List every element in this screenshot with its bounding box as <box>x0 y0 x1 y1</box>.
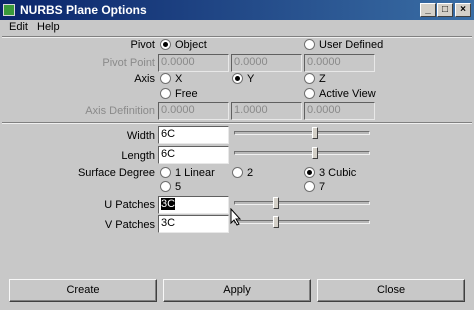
axis-label: Axis <box>134 73 155 85</box>
degree-5-label: 5 <box>175 181 182 193</box>
section-divider <box>2 122 472 124</box>
title-bar: NURBS Plane Options _ □ × <box>0 0 474 20</box>
pivot-object-radio[interactable] <box>160 39 171 50</box>
minimize-icon[interactable]: _ <box>420 3 436 17</box>
degree-5-radio[interactable] <box>160 181 171 192</box>
length-field[interactable]: 6C <box>158 146 229 164</box>
close-icon[interactable]: × <box>455 3 471 17</box>
create-button[interactable]: Create <box>9 279 157 302</box>
degree-1-linear-label: 1 Linear <box>175 167 215 179</box>
degree-1-linear-radio[interactable] <box>160 167 171 178</box>
length-slider-handle[interactable] <box>312 147 318 159</box>
axis-free-label: Free <box>175 88 198 100</box>
axis-y-radio[interactable] <box>232 73 243 84</box>
u-patches-slider[interactable] <box>234 201 370 205</box>
maximize-icon[interactable]: □ <box>437 3 453 17</box>
axis-z-label: Z <box>319 73 326 85</box>
axis-x-radio[interactable] <box>160 73 171 84</box>
length-label: Length <box>121 150 155 162</box>
degree-3-cubic-radio[interactable] <box>304 167 315 178</box>
u-patches-slider-handle[interactable] <box>273 197 279 209</box>
pivot-point-y-field[interactable]: 0.0000 <box>231 54 302 72</box>
window-title: NURBS Plane Options <box>20 3 147 17</box>
menu-help[interactable]: Help <box>37 21 60 33</box>
width-slider-handle[interactable] <box>312 127 318 139</box>
pivot-label: Pivot <box>130 39 155 51</box>
v-patches-slider-handle[interactable] <box>273 216 279 228</box>
width-slider[interactable] <box>234 131 370 135</box>
width-label: Width <box>126 130 155 142</box>
degree-2-label: 2 <box>247 167 254 179</box>
v-patches-label: V Patches <box>104 219 155 231</box>
apply-button[interactable]: Apply <box>163 279 311 302</box>
pivot-object-label: Object <box>175 39 207 51</box>
v-patches-slider[interactable] <box>234 220 370 224</box>
degree-3-cubic-label: 3 Cubic <box>319 167 357 179</box>
axis-z-radio[interactable] <box>304 73 315 84</box>
menu-edit[interactable]: Edit <box>9 21 28 33</box>
pivot-point-x-field[interactable]: 0.0000 <box>158 54 229 72</box>
pivot-user-defined-radio[interactable] <box>304 39 315 50</box>
axis-definition-z-field[interactable]: 0.0000 <box>304 102 375 120</box>
axis-free-radio[interactable] <box>160 88 171 99</box>
pivot-point-z-field[interactable]: 0.0000 <box>304 54 375 72</box>
menu-bar: Edit Help <box>0 20 474 36</box>
mouse-pointer-icon <box>230 208 242 226</box>
axis-x-label: X <box>175 73 183 85</box>
menu-divider <box>2 36 472 38</box>
axis-definition-x-field[interactable]: 0.0000 <box>158 102 229 120</box>
axis-definition-y-field[interactable]: 1.0000 <box>231 102 302 120</box>
degree-2-radio[interactable] <box>232 167 243 178</box>
axis-active-view-label: Active View <box>319 88 376 100</box>
axis-definition-label: Axis Definition <box>85 105 155 117</box>
pivot-point-label: Pivot Point <box>102 57 155 69</box>
width-field[interactable]: 6C <box>158 126 229 144</box>
v-patches-field[interactable]: 3C <box>158 215 229 233</box>
maya-app-icon <box>3 4 15 16</box>
u-patches-label: U Patches <box>104 199 155 211</box>
surface-degree-label: Surface Degree <box>77 167 155 179</box>
length-slider[interactable] <box>234 151 370 155</box>
degree-7-label: 7 <box>319 181 326 193</box>
close-button[interactable]: Close <box>317 279 465 302</box>
u-patches-field[interactable]: 3C <box>158 196 229 214</box>
degree-7-radio[interactable] <box>304 181 315 192</box>
u-patches-value: 3C <box>161 198 176 210</box>
pivot-user-defined-label: User Defined <box>319 39 384 51</box>
axis-y-label: Y <box>247 73 255 85</box>
axis-active-view-radio[interactable] <box>304 88 315 99</box>
